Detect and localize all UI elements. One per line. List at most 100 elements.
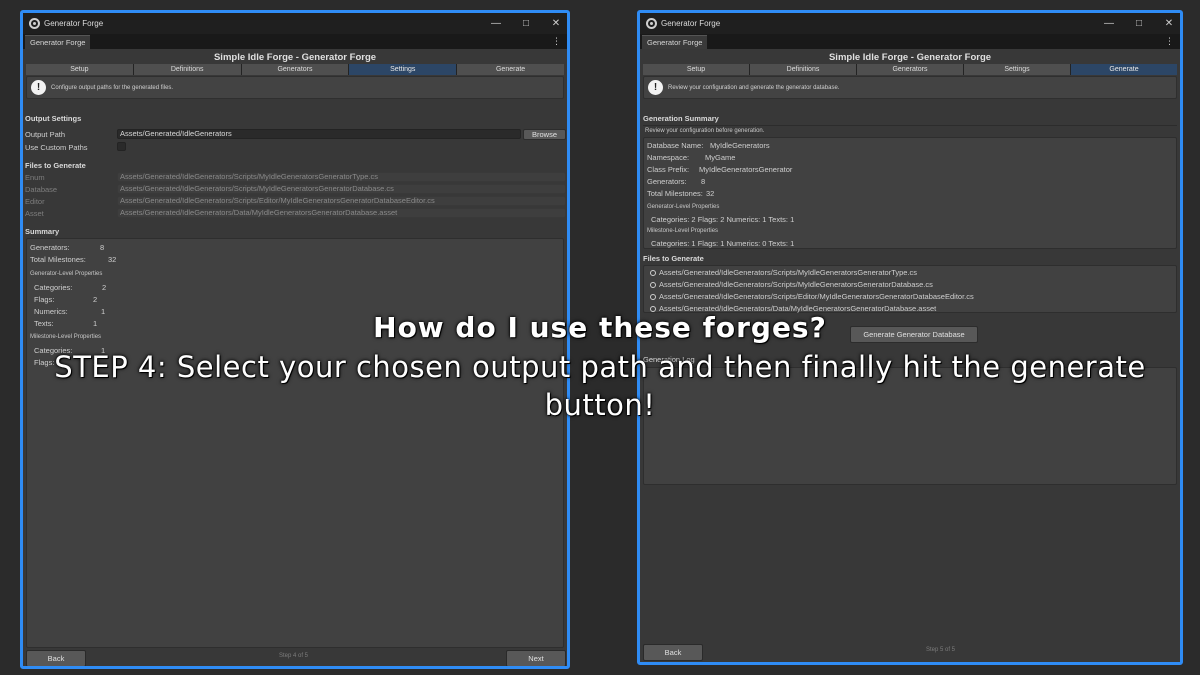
help-text: Review your configuration and generate t… [668, 84, 840, 91]
editor-tab-bar: Generator Forge ⋮ [23, 34, 567, 49]
summary-milestones-label: Total Milestones: [647, 189, 703, 198]
summary-generators-value: 8 [100, 243, 105, 252]
tab-generators[interactable]: Generators [241, 64, 349, 75]
files-to-generate-heading: Files to Generate [25, 161, 86, 170]
app-gear-icon [646, 18, 657, 29]
summary-database-name-label: Database Name: [647, 141, 704, 150]
file-path: Assets/Generated/IdleGenerators/Scripts/… [659, 268, 918, 277]
generation-summary-note: Review your configuration before generat… [645, 128, 765, 134]
summary-milestones-label: Total Milestones: [30, 255, 86, 264]
editor-tab-bar: Generator Forge ⋮ [640, 34, 1180, 49]
window-title: Generator Forge [661, 19, 721, 28]
file-label-database: Database [25, 185, 58, 194]
tab-definitions[interactable]: Definitions [750, 64, 856, 75]
doc-tab-generator-forge[interactable]: Generator Forge [642, 35, 708, 49]
files-panel: Assets/Generated/IdleGenerators/Scripts/… [643, 265, 1177, 313]
minimize-icon[interactable]: — [491, 13, 501, 34]
gen-categories-label: Categories: [34, 283, 73, 292]
step-tabs: Setup Definitions Generators Settings Ge… [643, 64, 1177, 75]
tab-settings[interactable]: Settings [349, 64, 457, 75]
back-button[interactable]: Back [26, 650, 86, 666]
file-item: Assets/Generated/IdleGenerators/Scripts/… [650, 280, 933, 289]
tab-generate[interactable]: Generate [1071, 64, 1177, 75]
title-bar[interactable]: Generator Forge — □ ✕ [23, 13, 567, 34]
milestone-props-heading: Milestone-Level Properties [647, 228, 719, 234]
file-label-asset: Asset [25, 209, 44, 218]
gen-categories-value: 2 [102, 283, 107, 292]
tab-generators[interactable]: Generators [857, 64, 963, 75]
tab-setup[interactable]: Setup [643, 64, 749, 75]
next-button[interactable]: Next [506, 650, 566, 666]
overlay-question: How do I use these forges? [373, 311, 827, 344]
file-path: Assets/Generated/IdleGenerators/Scripts/… [659, 280, 933, 289]
browse-button[interactable]: Browse [523, 129, 566, 140]
output-path-input[interactable]: Assets/Generated/IdleGenerators [117, 129, 521, 139]
tab-settings[interactable]: Settings [964, 64, 1070, 75]
maximize-icon[interactable]: □ [1134, 13, 1144, 34]
help-box: ! Configure output paths for the generat… [26, 76, 564, 99]
summary-panel: Generators: 8 Total Milestones: 32 Gener… [26, 238, 564, 648]
close-icon[interactable]: ✕ [1164, 13, 1174, 34]
file-item: Assets/Generated/IdleGenerators/Scripts/… [650, 292, 974, 301]
divider [643, 125, 1177, 126]
summary-milestones-value: 32 [108, 255, 117, 264]
help-box: ! Review your configuration and generate… [643, 76, 1177, 99]
milestone-props-line: Categories: 1 Flags: 1 Numerics: 0 Texts… [651, 239, 795, 248]
file-item: Assets/Generated/IdleGenerators/Scripts/… [650, 268, 917, 277]
file-path: Assets/Generated/IdleGenerators/Scripts/… [659, 292, 974, 301]
summary-namespace-label: Namespace: [647, 153, 690, 162]
file-label-enum: Enum [25, 173, 45, 182]
summary-heading: Summary [25, 227, 60, 236]
step-indicator: Step 4 of 5 [279, 653, 309, 659]
generator-props-heading: Generator-Level Properties [30, 271, 103, 277]
summary-milestones-value: 32 [706, 189, 715, 198]
generator-props-heading: Generator-Level Properties [647, 204, 720, 210]
step-tabs: Setup Definitions Generators Settings Ge… [26, 64, 564, 75]
output-path-label: Output Path [25, 130, 66, 139]
summary-class-prefix-label: Class Prefix: [647, 165, 690, 174]
help-text: Configure output paths for the generated… [51, 84, 174, 91]
files-to-generate-heading: Files to Generate [643, 254, 704, 263]
window-controls: — □ ✕ [1104, 13, 1174, 34]
summary-database-name-value: MyIdleGenerators [710, 141, 770, 150]
summary-generators-label: Generators: [647, 177, 687, 186]
tab-generate[interactable]: Generate [457, 64, 564, 75]
generation-summary-panel: Database Name: MyIdleGenerators Namespac… [643, 137, 1177, 249]
generator-props-line: Categories: 2 Flags: 2 Numerics: 1 Texts… [651, 215, 795, 224]
app-gear-icon [29, 18, 40, 29]
file-label-editor: Editor [25, 197, 45, 206]
forge-title: Simple Idle Forge - Generator Forge [213, 52, 377, 63]
gen-flags-value: 2 [93, 295, 98, 304]
info-exclamation-icon: ! [648, 80, 663, 95]
file-path-asset: Assets/Generated/IdleGenerators/Data/MyI… [117, 208, 566, 218]
title-bar[interactable]: Generator Forge — □ ✕ [640, 13, 1180, 34]
use-custom-paths-checkbox[interactable] [117, 142, 126, 151]
file-path-enum: Assets/Generated/IdleGenerators/Scripts/… [117, 172, 566, 182]
summary-generators-label: Generators: [30, 243, 70, 252]
gen-flags-label: Flags: [34, 295, 55, 304]
forge-title: Simple Idle Forge - Generator Forge [828, 52, 992, 63]
summary-class-prefix-value: MyIdleGeneratorsGenerator [699, 165, 793, 174]
minimize-icon[interactable]: — [1104, 13, 1114, 34]
output-settings-heading: Output Settings [25, 114, 82, 123]
generation-summary-heading: Generation Summary [643, 114, 719, 123]
tab-definitions[interactable]: Definitions [133, 64, 241, 75]
step-indicator: Step 5 of 5 [926, 647, 956, 653]
close-icon[interactable]: ✕ [551, 13, 561, 34]
radio-circle-icon [650, 294, 656, 300]
summary-generators-value: 8 [701, 177, 706, 186]
window-controls: — □ ✕ [491, 13, 561, 34]
overlay-step-text: STEP 4: Select your chosen output path a… [54, 350, 1146, 422]
use-custom-paths-label: Use Custom Paths [25, 143, 88, 152]
doc-tab-generator-forge[interactable]: Generator Forge [25, 35, 91, 49]
back-button[interactable]: Back [643, 644, 703, 661]
kebab-menu-icon[interactable]: ⋮ [1165, 34, 1174, 49]
maximize-icon[interactable]: □ [521, 13, 531, 34]
window-title: Generator Forge [44, 19, 104, 28]
radio-circle-icon [650, 270, 656, 276]
info-exclamation-icon: ! [31, 80, 46, 95]
kebab-menu-icon[interactable]: ⋮ [552, 34, 561, 49]
tab-setup[interactable]: Setup [26, 64, 133, 75]
file-path-database: Assets/Generated/IdleGenerators/Scripts/… [117, 184, 566, 194]
radio-circle-icon [650, 282, 656, 288]
